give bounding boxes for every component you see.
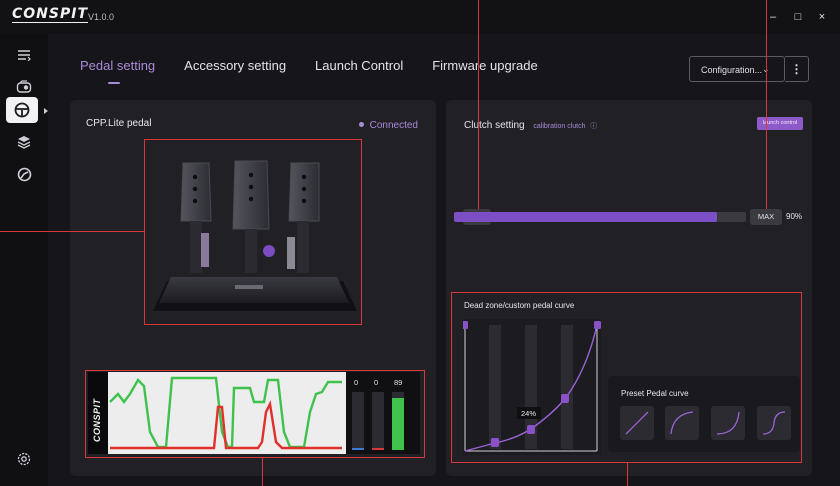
- annotation-line-left: [0, 231, 145, 233]
- rim-icon[interactable]: [11, 161, 37, 187]
- calibration-value: 90%: [786, 212, 803, 221]
- status-dot-icon: [358, 122, 364, 127]
- pedal-icon[interactable]: [6, 97, 38, 123]
- maximize-button[interactable]: □: [790, 9, 806, 25]
- tab-accessory-setting[interactable]: Accessory setting: [184, 58, 286, 73]
- connection-status: Connected: [358, 120, 418, 131]
- layers-icon[interactable]: [11, 129, 37, 155]
- menu-icon[interactable]: [11, 42, 37, 68]
- configuration-value: Configuration...: [701, 65, 763, 75]
- app-logo: CONSPIT: [12, 6, 88, 23]
- clutch-title: Clutch setting calibration clutch ⓘ: [464, 120, 597, 131]
- help-icon: ⓘ: [590, 123, 598, 130]
- tab-pedal-setting[interactable]: Pedal setting: [80, 58, 155, 84]
- calibration-fill: [454, 212, 717, 222]
- configuration-select[interactable]: Configuration... ⌄: [689, 56, 785, 82]
- more-options-button[interactable]: ⋮: [785, 56, 809, 82]
- clutch-setting-label: Clutch setting: [464, 120, 525, 131]
- annotation-line-min: [478, 0, 480, 209]
- tab-bar: Pedal setting Accessory setting Launch C…: [80, 58, 567, 84]
- annotation-box-curve: [451, 292, 802, 463]
- annotation-box-input-chart: [85, 370, 425, 458]
- calibration-clutch-link[interactable]: calibration clutch: [533, 123, 585, 130]
- annotation-line-bottom-right: [627, 463, 629, 486]
- annotation-box-pedal-image: [144, 139, 362, 325]
- status-text: Connected: [369, 120, 418, 131]
- tab-firmware-upgrade[interactable]: Firmware upgrade: [432, 58, 538, 73]
- tab-launch-control[interactable]: Launch Control: [315, 58, 403, 73]
- title-bar: CONSPIT V1.0.0 – □ ×: [0, 0, 840, 34]
- pedal-model-title: CPP.Lite pedal: [86, 118, 152, 129]
- annotation-line-bottom-left: [262, 458, 264, 486]
- max-button[interactable]: MAX: [750, 209, 782, 225]
- annotation-line-max: [766, 0, 768, 209]
- launch-control-button[interactable]: launch control: [757, 117, 803, 130]
- close-button[interactable]: ×: [814, 9, 830, 25]
- minimize-button[interactable]: –: [765, 9, 781, 25]
- settings-icon[interactable]: [11, 446, 37, 472]
- app-version: V1.0.0: [88, 12, 115, 22]
- calibration-slider[interactable]: [454, 212, 746, 222]
